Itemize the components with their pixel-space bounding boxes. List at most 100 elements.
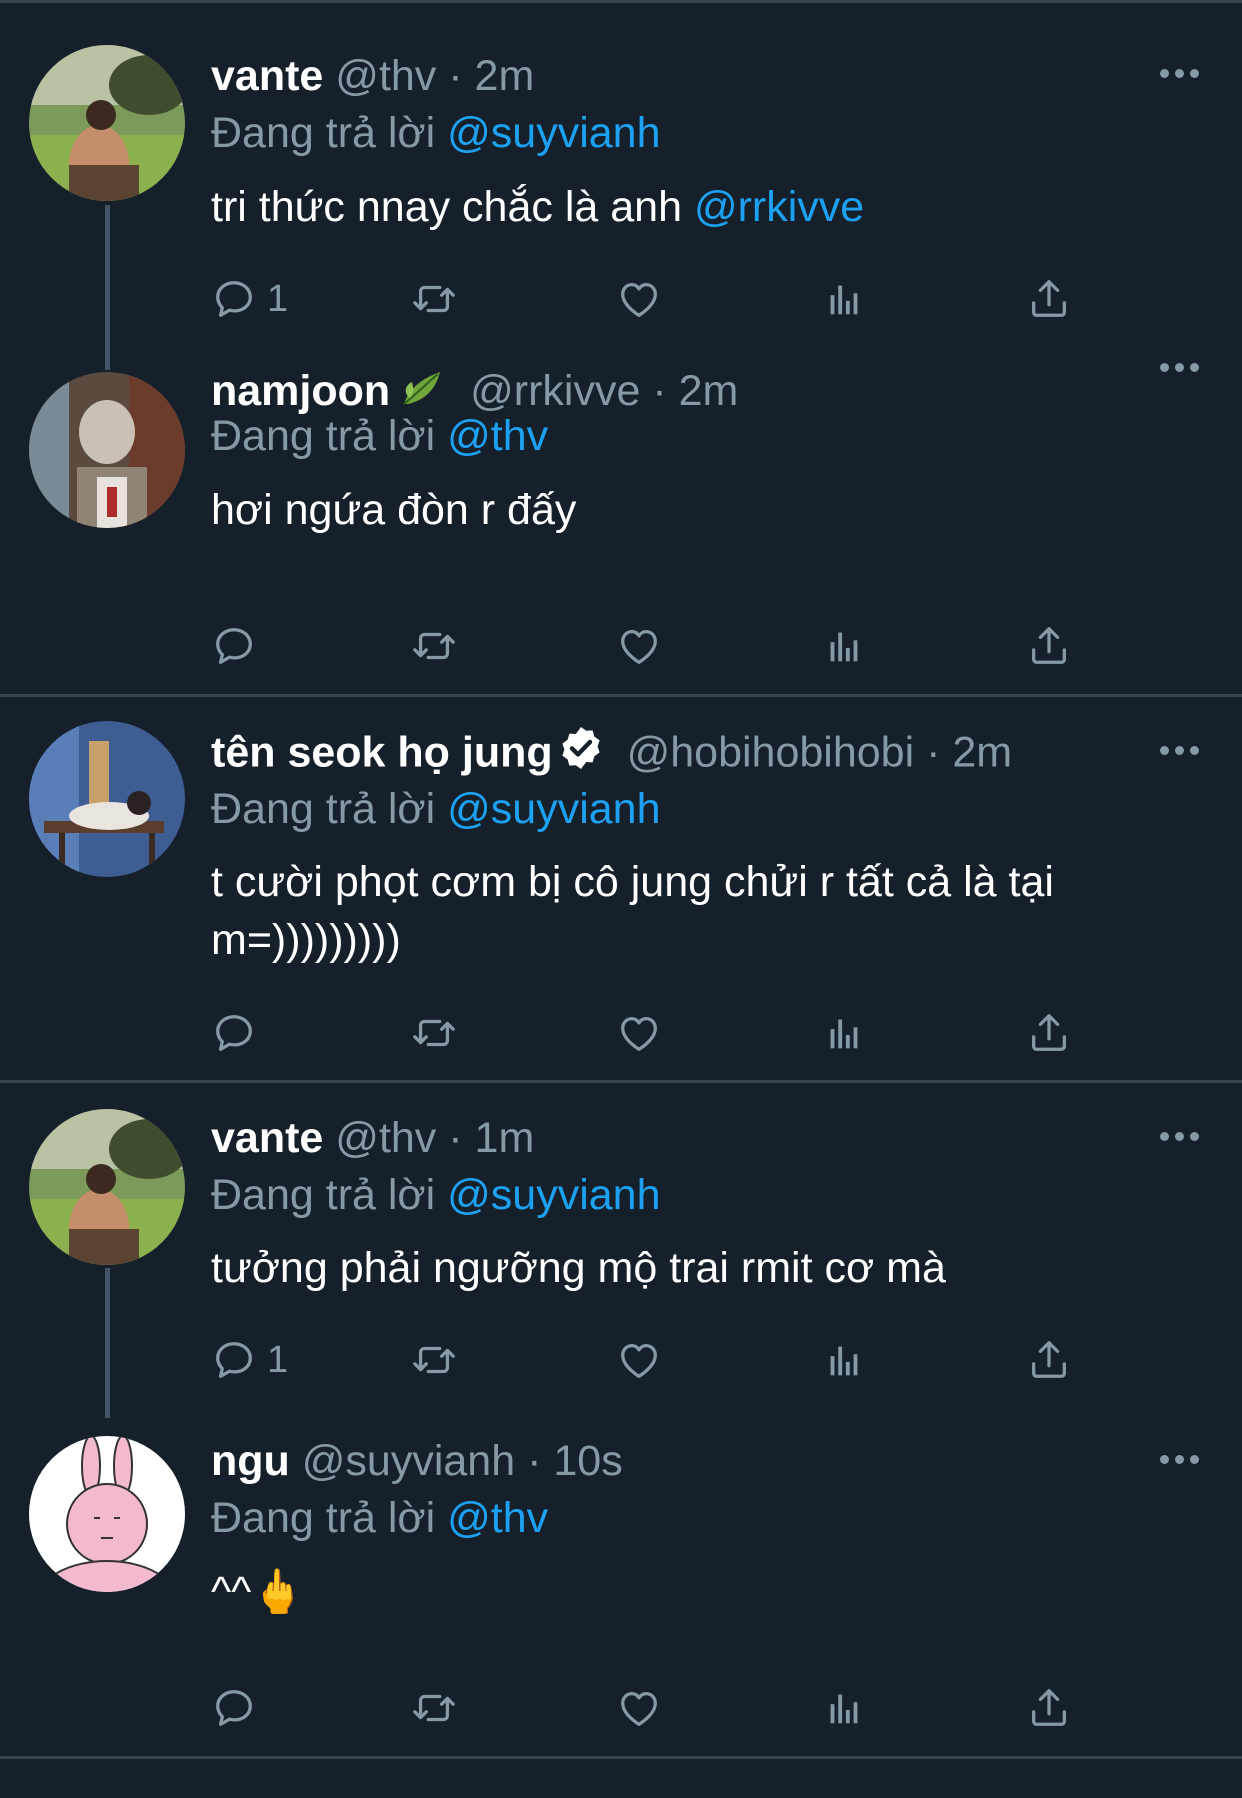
like-button[interactable] bbox=[616, 1683, 662, 1733]
tweet-text-body: ^^🖕 bbox=[211, 1568, 305, 1616]
share-button[interactable] bbox=[1026, 621, 1072, 671]
analytics-icon bbox=[830, 285, 858, 315]
tweet-mention[interactable]: @rrkivve bbox=[694, 183, 864, 231]
analytics-button[interactable] bbox=[821, 274, 867, 324]
analytics-button[interactable] bbox=[821, 1335, 867, 1385]
retweet-icon bbox=[413, 1019, 455, 1047]
action-bar bbox=[211, 1008, 1111, 1058]
thread-connector bbox=[105, 1268, 110, 1418]
more-icon[interactable] bbox=[1160, 746, 1200, 758]
tweet-text-body: hơi ngứa đòn r đấy bbox=[211, 486, 577, 534]
timestamp[interactable]: · 2m bbox=[448, 52, 534, 100]
replying-to-label: Đang trả lời bbox=[211, 785, 436, 833]
replying-to-mention[interactable]: @thv bbox=[447, 412, 548, 460]
like-button[interactable] bbox=[616, 621, 662, 671]
display-name[interactable]: vante bbox=[211, 1114, 323, 1162]
analytics-button[interactable] bbox=[821, 621, 867, 671]
tweet-text-body: tưởng phải ngưỡng mộ trai rmit cơ mà bbox=[211, 1244, 946, 1292]
avatar-ngu[interactable] bbox=[29, 1436, 185, 1592]
display-name[interactable]: vante bbox=[211, 52, 323, 100]
reply-button[interactable] bbox=[211, 621, 257, 671]
reply-icon bbox=[216, 628, 252, 664]
display-name[interactable]: tên seok họ jung bbox=[211, 728, 553, 776]
share-button[interactable] bbox=[1026, 274, 1072, 324]
retweet-icon bbox=[413, 285, 455, 313]
analytics-button[interactable] bbox=[821, 1008, 867, 1058]
tweet-text-body: tri thức nnay chắc là anh bbox=[211, 183, 682, 231]
tweet-header: vante @thv · 1m bbox=[211, 1110, 534, 1166]
retweet-button[interactable] bbox=[411, 274, 457, 324]
tweet-divider bbox=[0, 1756, 1242, 1759]
handle[interactable]: @suyvianh bbox=[302, 1437, 515, 1485]
reply-count: 1 bbox=[267, 1338, 289, 1381]
like-icon bbox=[621, 1016, 657, 1051]
like-button[interactable] bbox=[616, 1008, 662, 1058]
reply-button[interactable] bbox=[211, 1683, 257, 1733]
share-icon bbox=[1032, 627, 1066, 664]
replying-to-mention[interactable]: @thv bbox=[447, 1494, 548, 1542]
retweet-icon bbox=[413, 632, 455, 660]
more-icon[interactable] bbox=[1160, 69, 1200, 81]
replying-to-label: Đang trả lời bbox=[211, 1494, 436, 1542]
retweet-button[interactable] bbox=[411, 1008, 457, 1058]
timestamp[interactable]: · 2m bbox=[652, 367, 738, 415]
replying-to-mention[interactable]: @suyvianh bbox=[447, 1171, 660, 1219]
like-button[interactable] bbox=[616, 1335, 662, 1385]
handle[interactable]: @hobihobihobi bbox=[627, 728, 915, 776]
avatar-hobi[interactable] bbox=[29, 721, 185, 877]
retweet-button[interactable] bbox=[411, 1683, 457, 1733]
share-icon bbox=[1032, 1689, 1066, 1726]
share-button[interactable] bbox=[1026, 1683, 1072, 1733]
handle[interactable]: @thv bbox=[335, 52, 436, 100]
reply-button[interactable]: 1 bbox=[211, 274, 288, 324]
like-button[interactable] bbox=[616, 274, 662, 324]
tweet-text: ^^🖕 bbox=[211, 1563, 1201, 1621]
display-name[interactable]: ngu bbox=[211, 1437, 290, 1485]
reply-button[interactable] bbox=[211, 1008, 257, 1058]
action-bar bbox=[211, 1683, 1111, 1733]
timestamp[interactable]: · 10s bbox=[527, 1437, 623, 1485]
tweet[interactable]: vante @thv · 2m Đang trả lời @suyvianh t… bbox=[0, 0, 1242, 370]
analytics-button[interactable] bbox=[821, 1683, 867, 1733]
tweet[interactable]: vante @thv · 1m Đang trả lời @suyvianh t… bbox=[0, 1083, 1242, 1418]
tweet-text: tri thức nnay chắc là anh @rrkivve bbox=[211, 178, 1201, 236]
replying-to-label: Đang trả lời bbox=[211, 412, 436, 460]
reply-icon bbox=[216, 281, 252, 317]
analytics-icon bbox=[830, 632, 858, 662]
tweet-text: t cười phọt cơm bị cô jung chửi r tất cả… bbox=[211, 853, 1201, 969]
retweet-button[interactable] bbox=[411, 1335, 457, 1385]
avatar-vante[interactable] bbox=[29, 1109, 185, 1265]
handle[interactable]: @thv bbox=[335, 1114, 436, 1162]
avatar-vante[interactable] bbox=[29, 45, 185, 201]
replying-to-label: Đang trả lời bbox=[211, 1171, 436, 1219]
reply-icon bbox=[216, 1690, 252, 1726]
more-icon[interactable] bbox=[1160, 1455, 1200, 1467]
replying-to-label: Đang trả lời bbox=[211, 109, 436, 157]
share-button[interactable] bbox=[1026, 1008, 1072, 1058]
replying-to-mention[interactable]: @suyvianh bbox=[447, 785, 660, 833]
retweet-button[interactable] bbox=[411, 621, 457, 671]
replying-to-mention[interactable]: @suyvianh bbox=[447, 109, 660, 157]
retweet-icon bbox=[413, 1346, 455, 1374]
more-icon[interactable] bbox=[1160, 363, 1200, 375]
tweet-header: tên seok họ jung @hobihobihobi · 2m bbox=[211, 724, 1012, 786]
timestamp[interactable]: · 2m bbox=[926, 728, 1012, 776]
reply-button[interactable]: 1 bbox=[211, 1335, 288, 1385]
like-icon bbox=[621, 1691, 657, 1726]
reply-icon bbox=[216, 1342, 252, 1378]
replying-to: Đang trả lời @thv bbox=[211, 1490, 548, 1546]
share-button[interactable] bbox=[1026, 1335, 1072, 1385]
replying-to: Đang trả lời @thv bbox=[211, 408, 548, 464]
tweet-text-body: t cười phọt cơm bị cô jung chửi r tất cả… bbox=[211, 858, 1054, 964]
tweet-header: ngu @suyvianh · 10s bbox=[211, 1433, 623, 1489]
tweet[interactable]: namjoon @rrkivve · 2m Đang trả lời @thv … bbox=[0, 345, 1242, 695]
verified-badge-icon bbox=[557, 724, 605, 786]
avatar-namjoon[interactable] bbox=[29, 372, 185, 528]
tweet[interactable]: tên seok họ jung @hobihobihobi · 2m Đang… bbox=[0, 697, 1242, 1082]
retweet-icon bbox=[413, 1694, 455, 1722]
timestamp[interactable]: · 1m bbox=[448, 1114, 534, 1162]
tweet[interactable]: ngu @suyvianh · 10s Đang trả lời @thv ^^… bbox=[0, 1413, 1242, 1758]
more-icon[interactable] bbox=[1160, 1132, 1200, 1144]
action-bar bbox=[211, 621, 1111, 671]
like-icon bbox=[621, 1343, 657, 1378]
